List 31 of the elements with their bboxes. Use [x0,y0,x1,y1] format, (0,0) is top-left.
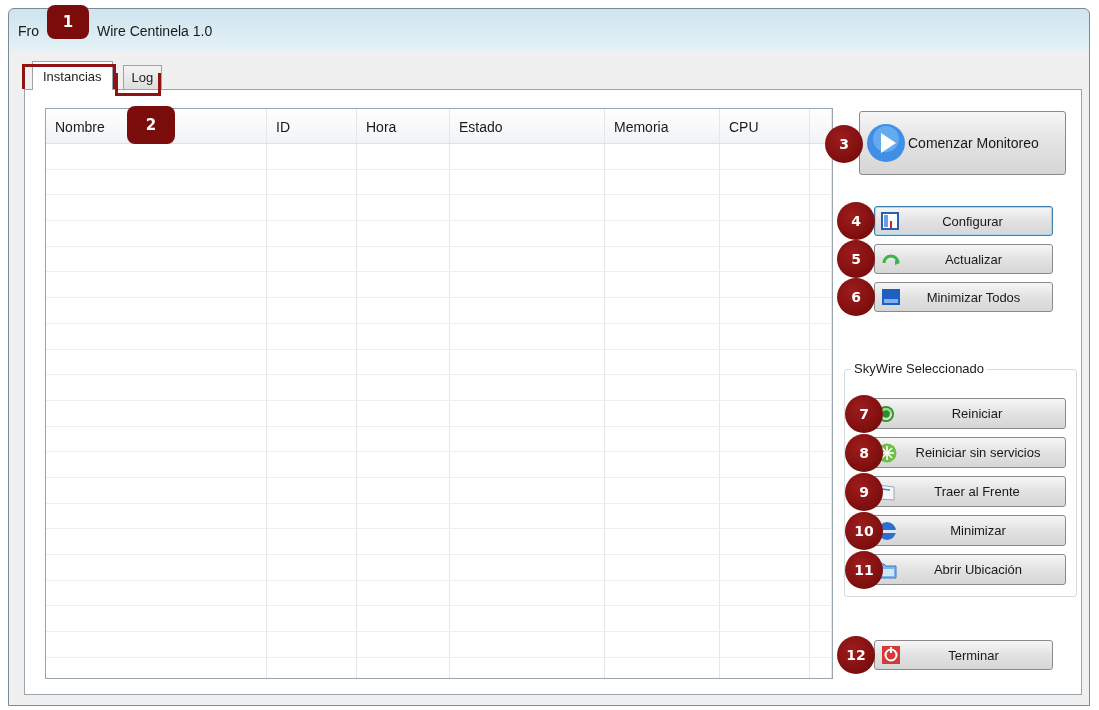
column-header[interactable]: ID [267,109,357,143]
button[interactable]: Actualizar [874,244,1053,274]
play-icon [866,123,906,163]
button[interactable]: Comenzar Monitoreo [859,111,1066,175]
group-title: SkyWire Seleccionado [851,361,988,376]
callout-marker: 10 [845,511,883,550]
window-icon [881,288,901,306]
column-header[interactable]: Estado [450,109,605,143]
window-title: Wire Centinela 1.0 [97,22,213,39]
column-header[interactable]: Memoria [605,109,720,143]
button[interactable]: Minimizar Todos [874,282,1053,312]
tab[interactable]: Instancias [32,61,113,90]
tab[interactable]: Log [122,65,163,89]
callout-marker: 5 [837,240,875,278]
window-icon [881,212,899,230]
button[interactable]: Configurar [874,206,1053,236]
button[interactable]: Terminar [874,640,1053,670]
callout-marker: 9 [845,472,883,511]
window-title: Fro [18,22,39,39]
callout-marker: 3 [825,125,863,163]
callout-marker: 2 [127,106,175,144]
callout-marker: 1 [47,5,89,39]
callout-marker: 8 [845,433,883,472]
callout-marker: 6 [837,278,875,316]
callout-marker: 7 [845,394,883,433]
column-header[interactable]: CPU [720,109,810,143]
callout-marker: 11 [845,550,883,589]
callout-marker: 4 [837,202,875,240]
callout-marker: 12 [837,636,875,674]
column-header[interactable]: Hora [357,109,450,143]
stop-icon [881,645,901,665]
